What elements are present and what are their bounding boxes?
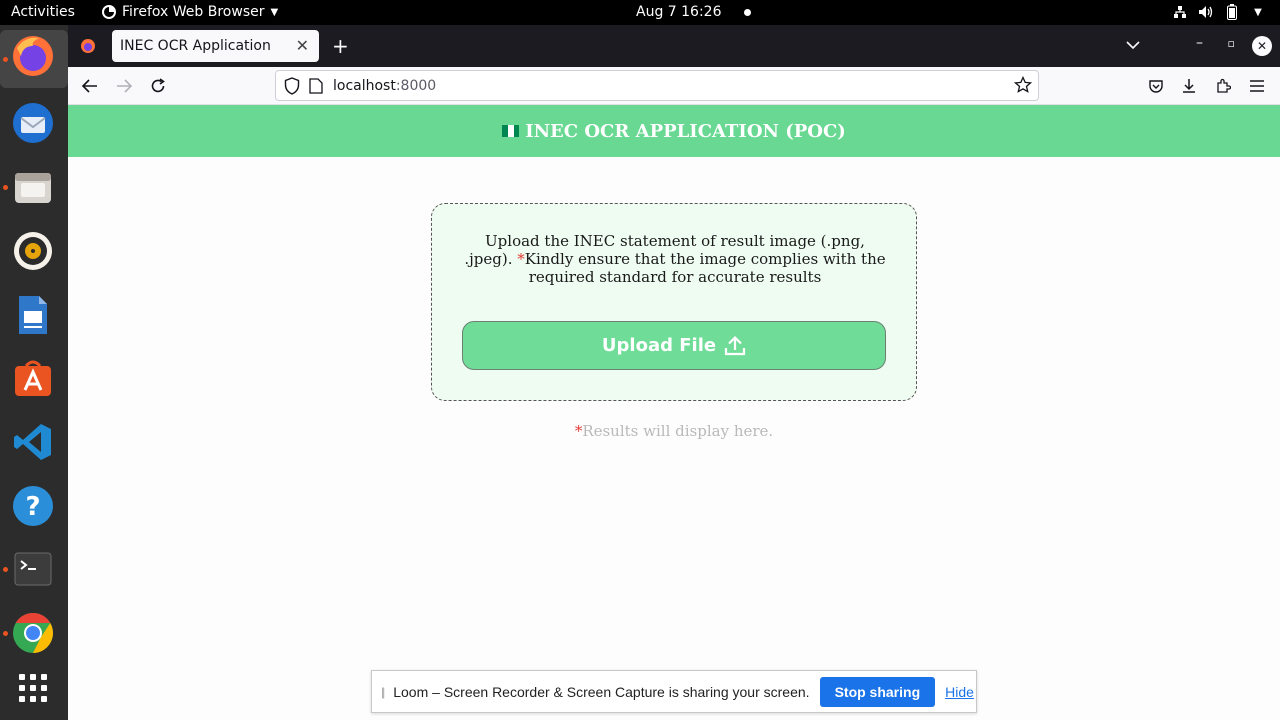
close-window-icon[interactable]: ✕ [1252,36,1272,56]
svg-text:?: ? [25,492,40,522]
volume-icon [1198,3,1214,21]
app-menu-label: Firefox Web Browser [122,4,265,20]
dock-rhythmbox[interactable] [10,228,56,274]
nigeria-flag-icon [502,125,520,137]
app-header: INEC OCR APPLICATION (POC) [68,105,1280,157]
terminal-icon [14,552,52,586]
address-bar[interactable]: localhost:8000 [275,70,1039,101]
restore-window-icon[interactable]: ▫ [1228,37,1235,50]
reload-icon[interactable] [147,75,169,97]
new-tab-plus-icon[interactable]: + [332,34,349,58]
drag-handle-icon[interactable]: || [381,685,385,699]
extensions-puzzle-icon[interactable] [1213,76,1233,96]
running-indicator-icon [3,57,8,62]
ubuntu-dock: ? [0,25,68,720]
hamburger-menu-icon[interactable] [1247,76,1267,96]
running-indicator-icon [3,567,8,572]
tab-title: INEC OCR Application [120,38,271,54]
upload-instructions-note: Kindly ensure that the image complies wi… [524,250,886,286]
back-arrow-icon[interactable] [79,75,101,97]
tab-inec-ocr[interactable]: INEC OCR Application ✕ [112,30,319,62]
bookmark-star-icon[interactable] [1013,75,1033,98]
page-title: INEC OCR APPLICATION (POC) [525,120,846,142]
thunderbird-icon [13,103,53,143]
loom-sharing-message: Loom – Screen Recorder & Screen Capture … [393,683,810,700]
notification-dot-icon [743,8,751,16]
running-indicator-icon [3,185,8,190]
upload-icon [724,335,746,355]
browser-nav-bar: localhost:8000 [68,67,1280,105]
app-center-icon [15,360,51,396]
required-asterisk: * [517,250,525,268]
dock-firefox[interactable] [10,33,56,79]
pocket-icon[interactable] [1146,76,1166,96]
upload-card: Upload the INEC statement of result imag… [431,203,917,401]
page-viewport: INEC OCR APPLICATION (POC) Upload the IN… [68,105,1280,720]
dock-show-apps[interactable] [10,665,56,711]
chrome-icon [13,613,53,653]
clock-label: Aug 7 16:26 [636,4,722,20]
browser-tab-strip: INEC OCR Application ✕ + – ▫ ✕ [68,25,1280,67]
url-port: :8000 [395,78,437,94]
gnome-top-bar: Activities Firefox Web Browser ▼ Aug 7 1… [0,0,1280,25]
show-apps-grid-icon [19,674,47,702]
dock-files[interactable] [10,164,56,210]
rhythmbox-icon [14,232,52,270]
chevron-down-icon: ▼ [1254,6,1262,18]
url-host: localhost [333,78,396,94]
dock-libreoffice-writer[interactable] [10,292,56,338]
firefox-app-icon [102,5,116,19]
running-indicator-icon [3,631,8,636]
page-info-icon[interactable] [309,78,323,98]
network-icon [1172,3,1188,21]
chevron-down-icon: ▼ [270,6,279,18]
files-icon [15,173,51,203]
upload-file-label: Upload File [601,335,717,356]
battery-icon [1224,3,1240,21]
close-tab-icon[interactable]: ✕ [296,36,309,55]
hide-banner-link[interactable]: Hide [945,684,974,700]
dock-terminal[interactable] [10,546,56,592]
stop-sharing-button[interactable]: Stop sharing [819,676,936,707]
list-all-tabs-chevron-icon[interactable] [1126,35,1140,54]
downloads-icon[interactable] [1179,76,1199,96]
help-icon: ? [13,486,53,526]
upload-instructions: Upload the INEC statement of result imag… [462,232,888,286]
system-tray[interactable]: ▼ [1172,3,1266,21]
forward-arrow-icon[interactable] [113,75,135,97]
results-placeholder-text: Results will display here. [582,422,774,440]
dock-thunderbird[interactable] [10,100,56,146]
upload-file-button[interactable]: Upload File [462,321,886,370]
results-placeholder: *Results will display here. [68,422,1280,440]
dock-app-center[interactable] [10,355,56,401]
url-text: localhost:8000 [333,78,436,94]
loom-sharing-banner: || Loom – Screen Recorder & Screen Captu… [371,670,977,713]
firefox-view-icon[interactable] [80,38,96,58]
activities-button[interactable]: Activities [11,4,75,20]
dock-vscode[interactable] [10,419,56,465]
firefox-icon [13,36,53,76]
writer-icon [19,296,47,334]
dock-chrome[interactable] [10,610,56,656]
dock-help[interactable]: ? [10,483,56,529]
minimize-window-icon[interactable]: – [1196,35,1203,51]
tracking-protection-shield-icon[interactable] [284,77,300,99]
clock[interactable]: Aug 7 16:26 [636,4,751,20]
app-menu[interactable]: Firefox Web Browser ▼ [102,4,278,20]
vscode-icon [14,424,51,460]
